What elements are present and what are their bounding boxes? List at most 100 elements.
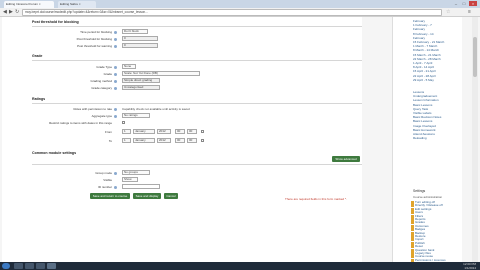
address-bar[interactable]: moy.beprt.do/course/modedit.php?update=4… bbox=[22, 9, 442, 16]
help-icon[interactable] bbox=[114, 72, 117, 76]
bookmark-star-icon[interactable]: ☆ bbox=[446, 9, 450, 15]
sidebar-link-item[interactable]: Basic Lessons bbox=[413, 120, 432, 123]
help-icon[interactable] bbox=[114, 107, 117, 111]
show-advanced-button[interactable]: Show advanced bbox=[332, 156, 360, 162]
help-icon[interactable] bbox=[114, 171, 117, 175]
tab-label: Editing Sabre × bbox=[60, 2, 81, 6]
taskbar-app-icon[interactable] bbox=[36, 263, 45, 269]
save-return-button[interactable]: Save and return to course bbox=[90, 193, 130, 199]
to-month-select[interactable]: January bbox=[133, 138, 155, 143]
back-icon[interactable]: ◀ bbox=[3, 10, 7, 15]
page-scrollbar[interactable] bbox=[472, 17, 478, 262]
to-hour-select[interactable]: 00 bbox=[175, 138, 185, 143]
grade-category-select[interactable]: Uncategorised bbox=[122, 85, 160, 90]
taskbar-app-icon[interactable] bbox=[14, 263, 23, 269]
help-icon[interactable] bbox=[114, 114, 117, 118]
section-ratings[interactable]: Ratings bbox=[32, 97, 45, 101]
to-minute-select[interactable]: 00 bbox=[187, 138, 197, 143]
post-threshold-label: Post threshold for blocking bbox=[76, 37, 112, 41]
scrollbar-thumb[interactable] bbox=[473, 37, 477, 77]
start-button-icon[interactable] bbox=[2, 263, 10, 269]
taskbar-app-icon[interactable] bbox=[25, 263, 34, 269]
aggregate-row: Aggregate type No ratings bbox=[32, 113, 362, 119]
roles-row: Roles with permission to rate Capability… bbox=[32, 106, 362, 112]
browser-tab-active[interactable]: Editing Intracorel Forum × bbox=[4, 1, 54, 8]
page-content: Post threshold for blocking Time period … bbox=[0, 17, 480, 262]
section-post-threshold[interactable]: Post threshold for blocking bbox=[32, 20, 79, 24]
os-taskbar: 12:00 PM 1/1/2014 bbox=[0, 262, 480, 270]
from-date-row: From 1 January 2012 00 00 bbox=[32, 129, 362, 135]
from-minute-select[interactable]: 00 bbox=[187, 129, 197, 134]
from-hour-select[interactable]: 00 bbox=[175, 129, 185, 134]
help-icon[interactable] bbox=[114, 37, 117, 41]
course-admin-title[interactable]: Course administration bbox=[413, 195, 442, 199]
aggregate-select[interactable]: No ratings bbox=[122, 113, 150, 118]
visible-select[interactable]: Show bbox=[122, 177, 138, 182]
grade-type-row: Grade Type None bbox=[32, 64, 362, 70]
roles-label: Roles with permission to rate bbox=[73, 107, 112, 111]
grade-category-row: Grade category Uncategorised bbox=[32, 85, 362, 91]
from-year-select[interactable]: 2012 bbox=[157, 129, 171, 134]
grading-method-row: Grading method Simple direct grading bbox=[32, 78, 362, 84]
to-day-select[interactable]: 1 bbox=[122, 138, 131, 143]
grading-method-select[interactable]: Simple direct grading bbox=[122, 78, 160, 83]
section-divider bbox=[32, 164, 362, 165]
post-threshold-input[interactable]: 0 bbox=[122, 36, 158, 41]
group-mode-row: Group mode No groups bbox=[32, 170, 362, 176]
taskbar-browser-icon[interactable] bbox=[47, 263, 56, 269]
to-calendar-icon[interactable] bbox=[201, 139, 204, 142]
section-divider bbox=[32, 60, 362, 61]
clock-date: 1/1/2014 bbox=[464, 266, 476, 270]
reload-icon[interactable]: ↻ bbox=[15, 10, 19, 15]
grade-row: Grade Scale: Not Yet Done (RB) bbox=[32, 71, 362, 77]
time-period-row: Time period for blocking Don't block bbox=[32, 29, 362, 35]
from-calendar-icon[interactable] bbox=[201, 130, 204, 133]
required-note: There are required fields in this form m… bbox=[285, 197, 347, 201]
id-number-label: ID number bbox=[97, 185, 112, 189]
visible-row: Visible Show bbox=[32, 177, 362, 183]
to-label: To bbox=[108, 139, 112, 143]
maximize-button[interactable]: □ bbox=[460, 1, 468, 6]
visible-label: Visible bbox=[103, 178, 112, 182]
section-common[interactable]: Common module settings bbox=[32, 151, 76, 155]
time-period-label: Time period for blocking bbox=[80, 30, 112, 34]
help-icon[interactable] bbox=[114, 86, 117, 90]
help-icon[interactable] bbox=[114, 65, 117, 69]
group-mode-select[interactable]: No groups bbox=[122, 170, 150, 175]
to-year-select[interactable]: 2012 bbox=[157, 138, 171, 143]
warning-threshold-input[interactable]: 0 bbox=[122, 43, 158, 48]
minimize-button[interactable]: – bbox=[452, 1, 460, 6]
sidebar-calendar-item[interactable]: 15 April - 21 April bbox=[413, 70, 436, 73]
time-period-select[interactable]: Don't block bbox=[122, 29, 148, 34]
grade-select[interactable]: Scale: Not Yet Done (RB) bbox=[122, 71, 200, 76]
sidebar-calendar-item[interactable]: February bbox=[413, 28, 425, 31]
browser-tab[interactable]: Editing Sabre × bbox=[58, 1, 96, 8]
restrict-checkbox[interactable] bbox=[122, 121, 125, 124]
tab-label: Editing Intracorel Forum × bbox=[6, 2, 41, 6]
screen: Editing Intracorel Forum × Editing Sabre… bbox=[0, 0, 480, 270]
section-grade[interactable]: Grade bbox=[32, 54, 42, 58]
browser-tab-bar: Editing Intracorel Forum × Editing Sabre… bbox=[0, 0, 480, 8]
to-date-row: To 1 January 2012 00 00 bbox=[32, 138, 362, 144]
sidebar-calendar-item[interactable]: 29 April - 5 May bbox=[413, 78, 434, 82]
sidebar-link-item[interactable]: Lesson Information bbox=[413, 99, 439, 102]
sidebar-calendar-item[interactable]: 8 March - 14 March bbox=[413, 49, 439, 52]
browser-toolbar: ◀ ▶ ↻ moy.beprt.do/course/modedit.php?up… bbox=[0, 8, 480, 17]
from-day-select[interactable]: 1 bbox=[122, 129, 131, 134]
save-display-button[interactable]: Save and display bbox=[133, 193, 161, 199]
sidebar-link-item[interactable]: Reloading bbox=[413, 137, 427, 140]
close-window-button[interactable]: × bbox=[469, 1, 477, 6]
id-number-row: ID number bbox=[32, 184, 362, 190]
grade-type-select[interactable]: None bbox=[122, 64, 136, 69]
id-number-input[interactable] bbox=[122, 184, 160, 189]
help-icon[interactable] bbox=[114, 79, 117, 83]
post-threshold-row: Post threshold for blocking 0 bbox=[32, 36, 362, 42]
help-icon[interactable] bbox=[114, 30, 117, 34]
from-month-select[interactable]: January bbox=[133, 129, 155, 134]
menu-icon[interactable]: ≡ bbox=[468, 9, 471, 15]
forward-icon[interactable]: ▶ bbox=[9, 10, 13, 15]
cancel-button[interactable]: Cancel bbox=[164, 193, 178, 199]
group-mode-label: Group mode bbox=[95, 171, 112, 175]
help-icon[interactable] bbox=[114, 185, 117, 189]
help-icon[interactable] bbox=[114, 44, 117, 48]
